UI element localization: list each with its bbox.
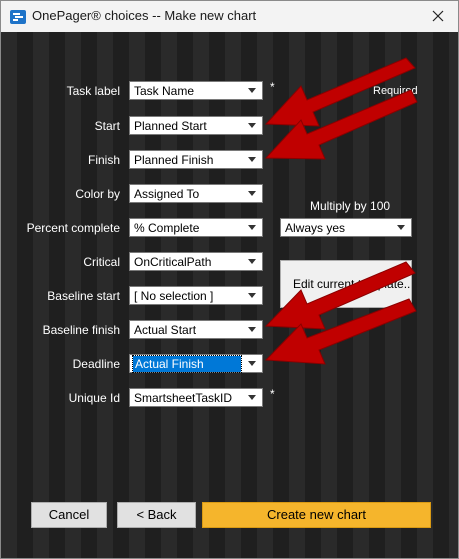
chevron-down-icon	[248, 327, 256, 332]
unique-id-dropdown[interactable]: SmartsheetTaskID	[129, 388, 263, 407]
close-icon	[432, 10, 444, 22]
finish-label: Finish	[87, 153, 120, 167]
required-asterisk: *	[270, 387, 275, 401]
percent-complete-value: % Complete	[134, 221, 200, 235]
deadline-value: Actual Finish	[132, 355, 242, 373]
color-by-dropdown[interactable]: Assigned To	[129, 184, 263, 203]
percent-complete-dropdown[interactable]: % Complete	[129, 218, 263, 237]
multiply-value: Always yes	[285, 221, 346, 235]
color-by-value: Assigned To	[134, 187, 200, 201]
baseline-finish-label: Baseline finish	[42, 323, 120, 337]
critical-value: OnCriticalPath	[134, 255, 212, 269]
chevron-down-icon	[248, 259, 256, 264]
task-label-label: Task label	[66, 84, 120, 98]
multiply-label: Multiply by 100	[310, 199, 391, 213]
back-button[interactable]: < Back	[117, 502, 196, 528]
create-new-chart-button[interactable]: Create new chart	[202, 502, 431, 528]
finish-dropdown[interactable]: Planned Finish	[129, 150, 263, 169]
start-dropdown[interactable]: Planned Start	[129, 116, 263, 135]
deadline-dropdown[interactable]: Actual Finish	[129, 354, 263, 373]
dialog-window: OnePager® choices -- Make new chart Task…	[0, 0, 459, 559]
chevron-down-icon	[248, 191, 256, 196]
percent-complete-label: Percent complete	[26, 221, 120, 235]
baseline-finish-value: Actual Start	[134, 323, 197, 337]
color-by-label: Color by	[75, 187, 120, 201]
baseline-finish-dropdown[interactable]: Actual Start	[129, 320, 263, 339]
edit-template-button[interactable]: Edit current template...	[280, 260, 412, 308]
unique-id-value: SmartsheetTaskID	[134, 391, 233, 405]
task-label-value: Task Name	[134, 84, 195, 98]
deadline-label: Deadline	[72, 357, 120, 371]
baseline-start-dropdown[interactable]: [ No selection ]	[129, 286, 263, 305]
multiply-dropdown[interactable]: Always yes	[280, 218, 412, 237]
unique-id-label: Unique Id	[68, 391, 120, 405]
dialog-content: Task label Task Name * Required Start Pl…	[1, 32, 458, 558]
chevron-down-icon	[248, 225, 256, 230]
chevron-down-icon	[248, 293, 256, 298]
critical-dropdown[interactable]: OnCriticalPath	[129, 252, 263, 271]
start-label: Start	[94, 119, 120, 133]
edit-template-label: Edit current template...	[293, 277, 412, 291]
chevron-down-icon	[248, 361, 256, 366]
chevron-down-icon	[248, 123, 256, 128]
required-note: Required	[373, 85, 418, 97]
onepager-app-icon	[10, 10, 26, 24]
title-bar: OnePager® choices -- Make new chart	[1, 1, 458, 32]
chevron-down-icon	[248, 88, 256, 93]
required-asterisk: *	[270, 80, 275, 94]
chevron-down-icon	[248, 157, 256, 162]
chevron-down-icon	[248, 395, 256, 400]
window-title: OnePager® choices -- Make new chart	[32, 8, 257, 23]
baseline-start-label: Baseline start	[47, 289, 120, 303]
baseline-start-value: [ No selection ]	[134, 289, 214, 303]
cancel-button[interactable]: Cancel	[31, 502, 107, 528]
close-button[interactable]	[418, 1, 458, 32]
finish-value: Planned Finish	[134, 153, 214, 167]
start-value: Planned Start	[134, 119, 207, 133]
chevron-down-icon	[397, 225, 405, 230]
critical-label: Critical	[83, 255, 120, 269]
task-label-dropdown[interactable]: Task Name	[129, 81, 263, 100]
